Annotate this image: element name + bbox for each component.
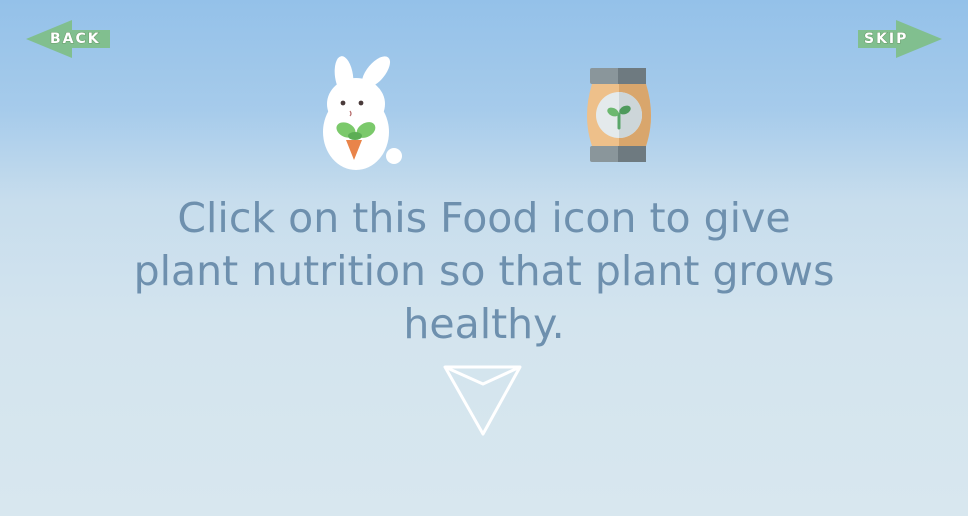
skip-label: SKIP <box>863 31 909 48</box>
skip-button[interactable]: SKIP <box>858 20 942 58</box>
tutorial-instruction: Click on this Food icon to give plant nu… <box>133 194 835 348</box>
back-label: BACK <box>50 31 101 48</box>
bunny-holding-carrot-icon <box>323 56 402 170</box>
plant-food-jar-icon[interactable] <box>580 66 660 164</box>
back-button[interactable]: BACK <box>26 20 110 58</box>
down-arrow-icon <box>443 365 522 436</box>
